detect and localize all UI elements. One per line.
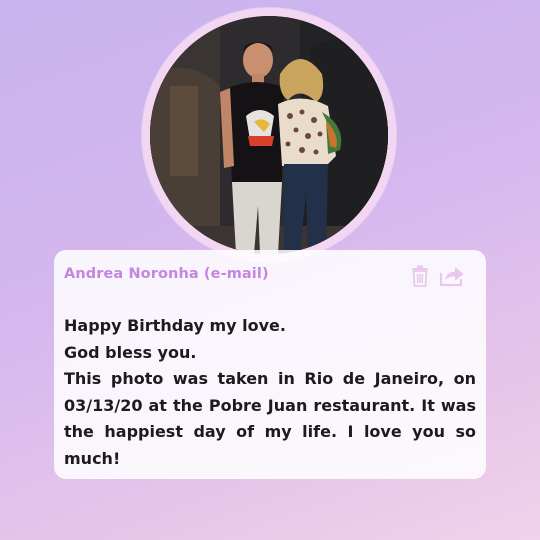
message-line: Happy Birthday my love.: [64, 316, 286, 335]
trash-icon[interactable]: [406, 262, 434, 290]
message-line: God bless you.: [64, 342, 197, 362]
profile-photo: [150, 16, 388, 254]
message-card: Andrea Noronha (e-mail) Happy Birthday m…: [54, 250, 486, 479]
sender-name: Andrea Noronha (e-mail): [64, 266, 269, 282]
photo-illustration: [150, 16, 388, 254]
photo-frame: [142, 8, 396, 262]
message-body: Happy Birthday my love. God bless you. T…: [64, 313, 476, 472]
share-icon[interactable]: [438, 262, 466, 290]
message-line: This photo was taken in Rio de Janeiro, …: [64, 369, 476, 468]
